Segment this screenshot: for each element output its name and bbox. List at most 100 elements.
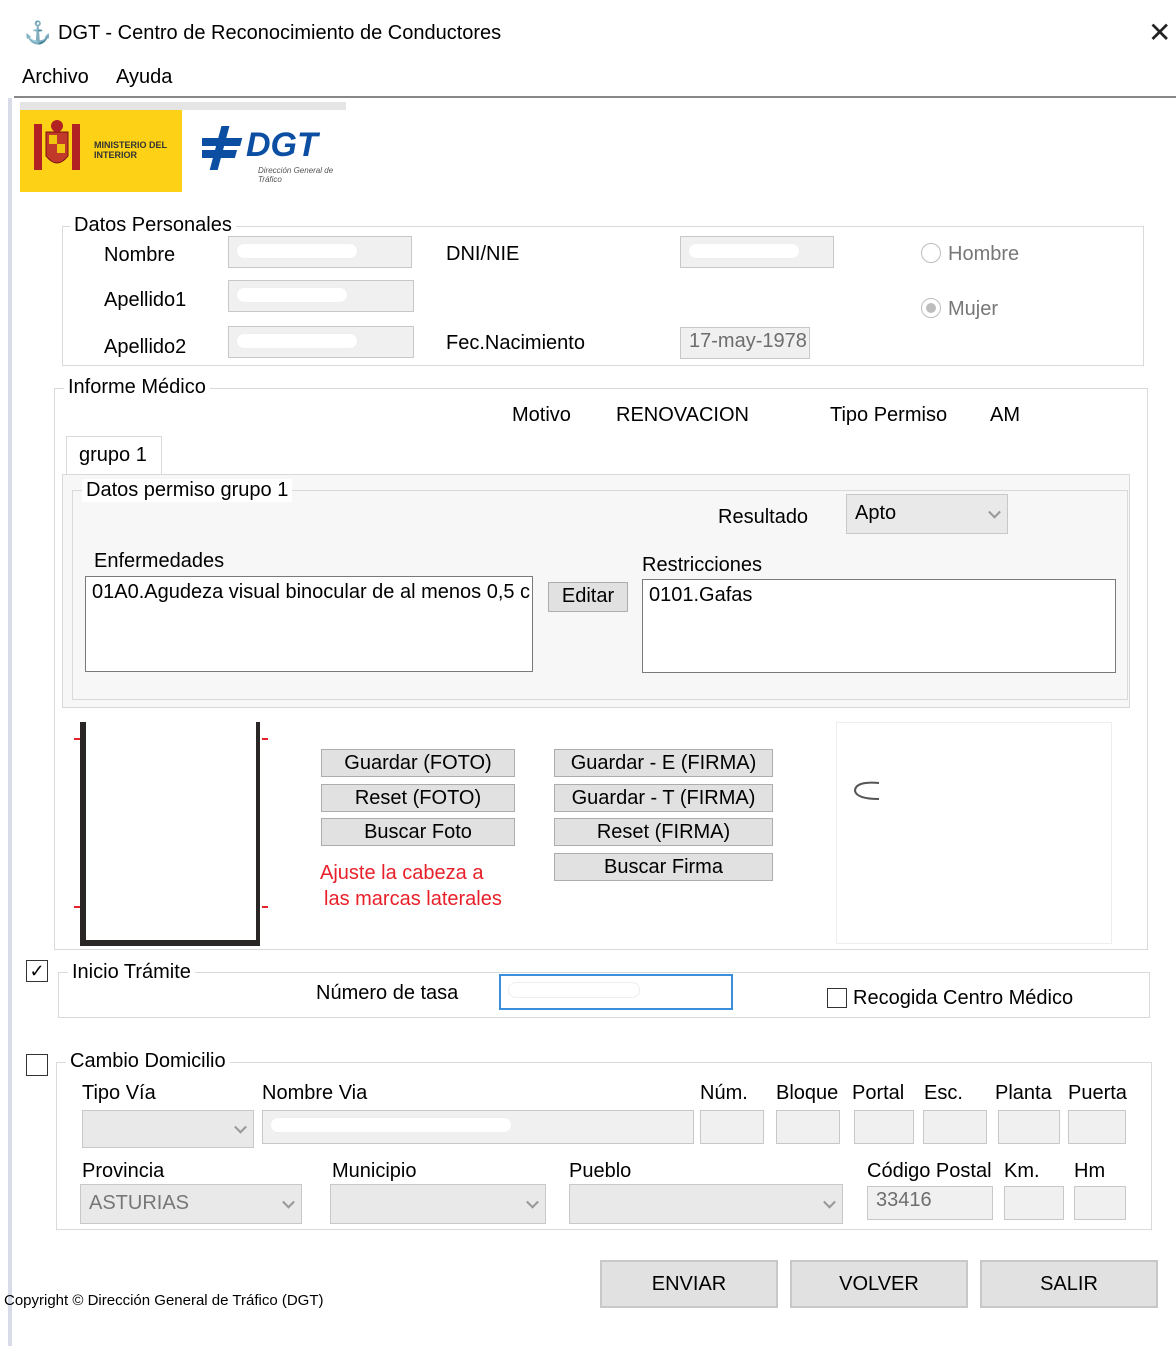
apellido1-field[interactable] [228,280,414,312]
pueblo-select[interactable] [569,1184,843,1224]
hombre-label: Hombre [948,243,1020,265]
resultado-select[interactable]: Apto [846,494,1008,534]
tab-grupo-1-label: grupo 1 [79,444,147,466]
nombre-label: Nombre [104,244,176,266]
municipio-select[interactable] [330,1184,546,1224]
photo-mark-bottom-right [262,906,268,908]
numero-tasa-label: Número de tasa [316,982,459,1004]
nombre-field[interactable] [228,236,412,268]
guardar-t-firma-button[interactable]: Guardar - T (FIRMA) [554,784,773,812]
volver-button[interactable]: VOLVER [790,1260,968,1308]
photo-canvas [86,722,256,940]
numero-tasa-input[interactable] [499,974,733,1010]
bloque-field[interactable] [776,1110,840,1144]
guardar-foto-button[interactable]: Guardar (FOTO) [321,749,515,777]
reset-foto-button[interactable]: Reset (FOTO) [321,784,515,812]
datos-personales-legend: Datos Personales [70,214,236,237]
mujer-label: Mujer [948,298,999,320]
enviar-button[interactable]: ENVIAR [600,1260,778,1308]
dni-field[interactable] [680,236,834,268]
guardar-e-firma-button[interactable]: Guardar - E (FIRMA) [554,749,773,777]
hm-label: Hm [1074,1160,1106,1182]
tipo-permiso-value: AM [990,404,1020,426]
puerta-label: Puerta [1068,1082,1127,1104]
provincia-select[interactable]: ASTURIAS [80,1184,302,1224]
num-label: Núm. [700,1082,748,1104]
restricciones-textarea[interactable]: 0101.Gafas [642,579,1116,673]
portal-field[interactable] [854,1110,914,1144]
tipo-via-select[interactable] [82,1110,254,1148]
menu-archivo[interactable]: Archivo [22,66,89,89]
chevron-down-icon [234,1120,247,1134]
planta-field[interactable] [998,1110,1060,1144]
mujer-radio[interactable] [921,298,941,318]
km-field[interactable] [1004,1186,1064,1220]
apellido2-field[interactable] [228,326,414,358]
codigo-postal-field[interactable]: 33416 [867,1186,993,1220]
enfermedades-label: Enfermedades [94,550,225,572]
fec-nacimiento-label: Fec.Nacimiento [446,332,585,354]
restricciones-label: Restricciones [642,554,763,576]
coat-of-arms-icon [28,118,86,178]
fec-nacimiento-field[interactable]: 17-may-1978 [680,327,810,359]
dni-label: DNI/NIE [446,243,520,265]
inicio-tramite-legend: Inicio Trámite [68,961,195,984]
puerta-field[interactable] [1068,1110,1126,1144]
apellido2-label: Apellido2 [104,336,187,358]
planta-label: Planta [995,1082,1052,1104]
dgt-text: DGT [246,126,318,164]
signature-canvas[interactable] [836,722,1112,944]
bloque-label: Bloque [776,1082,839,1104]
recogida-checkbox[interactable] [827,988,847,1008]
dgt-subtext: Dirección General de Tráfico [258,166,334,184]
ministerio-text: MINISTERIO DEL INTERIOR [94,140,167,160]
motivo-value: RENOVACION [616,404,749,426]
esc-label: Esc. [924,1082,963,1104]
close-icon[interactable]: ✕ [1148,16,1171,49]
cambio-domicilio-checkbox[interactable] [26,1054,48,1076]
photo-mark-top-right [262,738,268,740]
signature-stroke-icon [853,781,880,800]
resultado-value: Apto [855,502,897,524]
nombre-via-label: Nombre Via [262,1082,368,1104]
hm-field[interactable] [1074,1186,1126,1220]
pueblo-label: Pueblo [569,1160,632,1182]
chevron-down-icon [282,1195,295,1209]
nombre-via-field[interactable] [262,1110,694,1144]
tipo-via-label: Tipo Vía [82,1082,156,1104]
photo-hint-line1: Ajuste la cabeza a [320,862,484,884]
chevron-down-icon [988,505,1001,519]
inicio-tramite-checkbox[interactable]: ✓ [26,960,48,982]
logo-banner: MINISTERIO DEL INTERIOR DGT Dirección Ge… [20,102,346,192]
provincia-label: Provincia [82,1160,165,1182]
salir-button[interactable]: SALIR [980,1260,1158,1308]
menu-ayuda[interactable]: Ayuda [116,66,172,89]
municipio-label: Municipio [332,1160,417,1182]
dgt-logo: DGT Dirección General de Tráfico [202,120,342,184]
photo-hint-line2: las marcas laterales [324,888,502,910]
portal-label: Portal [852,1082,905,1104]
chevron-down-icon [823,1195,836,1209]
photo-mark-bottom-left [74,906,80,908]
hombre-radio[interactable] [921,243,941,263]
esc-field[interactable] [923,1110,987,1144]
cambio-domicilio-legend: Cambio Domicilio [66,1050,230,1073]
tab-grupo-1[interactable]: grupo 1 [66,436,162,476]
buscar-firma-button[interactable]: Buscar Firma [554,853,773,881]
reset-firma-button[interactable]: Reset (FIRMA) [554,818,773,846]
editar-button[interactable]: Editar [548,582,628,612]
menu-bar: Archivo Ayuda [14,60,1176,98]
chevron-down-icon [526,1195,539,1209]
informe-medico-legend: Informe Médico [64,376,210,399]
buscar-foto-button[interactable]: Buscar Foto [321,818,515,846]
km-label: Km. [1004,1160,1040,1182]
codigo-postal-label: Código Postal [867,1160,992,1182]
num-field[interactable] [700,1110,764,1144]
motivo-label: Motivo [512,404,571,426]
provincia-value: ASTURIAS [89,1192,190,1214]
photo-mark-top-left [74,738,80,740]
ministerio-logo: MINISTERIO DEL INTERIOR [20,110,182,192]
enfermedades-textarea[interactable]: 01A0.Agudeza visual binocular de al meno… [85,576,533,672]
recogida-label: Recogida Centro Médico [853,987,1074,1009]
photo-frame [80,722,260,946]
